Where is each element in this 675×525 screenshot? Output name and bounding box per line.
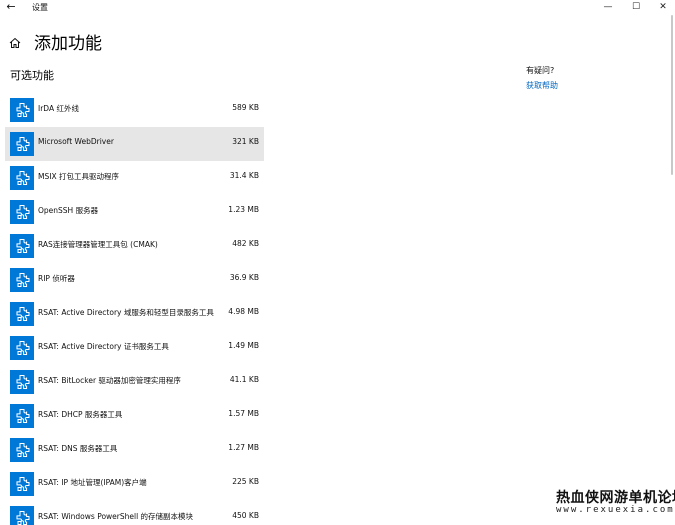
feature-size: 1.23 MB (228, 205, 259, 214)
feature-name: Microsoft WebDriver (38, 137, 114, 146)
puzzle-piece-icon (10, 98, 34, 122)
home-icon[interactable] (9, 34, 21, 48)
title-bar: ← 设置 — ☐ ✕ (0, 0, 675, 15)
feature-size: 450 KB (232, 511, 259, 520)
section-title: 可选功能 (10, 69, 54, 82)
feature-list: IrDA 红外线 589 KB Microsoft WebDriver 321 KB M… (5, 93, 264, 525)
feature-name: MSIX 打包工具驱动程序 (38, 172, 119, 181)
feature-name: IrDA 红外线 (38, 104, 79, 113)
get-help-link[interactable]: 获取帮助 (526, 80, 558, 91)
feature-list-item[interactable]: RSAT: BitLocker 驱动器加密管理实用程序 41.1 KB (5, 365, 264, 399)
feature-size: 225 KB (232, 477, 259, 486)
maximize-button[interactable]: ☐ (622, 0, 650, 15)
feature-name: RSAT: IP 地址管理(IPAM)客户端 (38, 478, 147, 487)
feature-size: 1.49 MB (228, 341, 259, 350)
puzzle-piece-icon (10, 166, 34, 190)
feature-name: OpenSSH 服务器 (38, 206, 99, 215)
feature-size: 321 KB (232, 137, 259, 146)
watermark-text: 热血侠网游单机论坛 (556, 490, 675, 506)
feature-size: 1.57 MB (228, 409, 259, 418)
feature-list-item[interactable]: RSAT: Active Directory 证书服务工具 1.49 MB (5, 331, 264, 365)
feature-list-item[interactable]: Microsoft WebDriver 321 KB (5, 127, 264, 161)
feature-size: 4.98 MB (228, 307, 259, 316)
puzzle-piece-icon (10, 302, 34, 326)
feature-size: 36.9 KB (229, 273, 259, 282)
feature-list-item[interactable]: RSAT: IP 地址管理(IPAM)客户端 225 KB (5, 467, 264, 501)
minimize-button[interactable]: — (594, 0, 622, 15)
feature-size: 31.4 KB (229, 171, 259, 180)
puzzle-piece-icon (10, 268, 34, 292)
feature-name: RSAT: Active Directory 域服务和轻型目录服务工具 (38, 308, 214, 317)
feature-list-item[interactable]: RSAT: DNS 服务器工具 1.27 MB (5, 433, 264, 467)
feature-list-item[interactable]: RAS连接管理器管理工具包 (CMAK) 482 KB (5, 229, 264, 263)
page-title: 添加功能 (34, 34, 102, 54)
feature-size: 41.1 KB (229, 375, 259, 384)
feature-list-item[interactable]: RSAT: DHCP 服务器工具 1.57 MB (5, 399, 264, 433)
close-button[interactable]: ✕ (649, 0, 675, 15)
feature-name: RSAT: DHCP 服务器工具 (38, 410, 123, 419)
feature-list-item[interactable]: OpenSSH 服务器 1.23 MB (5, 195, 264, 229)
puzzle-piece-icon (10, 132, 34, 156)
feature-name: RSAT: Windows PowerShell 的存储副本模块 (38, 512, 194, 521)
puzzle-piece-icon (10, 472, 34, 496)
feature-name: RSAT: DNS 服务器工具 (38, 444, 118, 453)
feature-name: RSAT: Active Directory 证书服务工具 (38, 342, 169, 351)
feature-list-item[interactable]: RSAT: Windows PowerShell 的存储副本模块 450 KB (5, 501, 264, 525)
feature-name: RAS连接管理器管理工具包 (CMAK) (38, 240, 158, 249)
feature-list-item[interactable]: MSIX 打包工具驱动程序 31.4 KB (5, 161, 264, 195)
puzzle-piece-icon (10, 200, 34, 224)
scrollbar[interactable] (671, 15, 673, 175)
window-title: 设置 (32, 3, 48, 12)
feature-size: 589 KB (232, 103, 259, 112)
feature-name: RSAT: BitLocker 驱动器加密管理实用程序 (38, 376, 181, 385)
puzzle-piece-icon (10, 506, 34, 525)
puzzle-piece-icon (10, 438, 34, 462)
feature-size: 482 KB (232, 239, 259, 248)
feature-size: 1.27 MB (228, 443, 259, 452)
feature-list-item[interactable]: RSAT: Active Directory 域服务和轻型目录服务工具 4.98 … (5, 297, 264, 331)
feature-list-item[interactable]: IrDA 红外线 589 KB (5, 93, 264, 127)
puzzle-piece-icon (10, 336, 34, 360)
puzzle-piece-icon (10, 404, 34, 428)
watermark-url: www.rexuexia.com (556, 505, 675, 515)
puzzle-piece-icon (10, 234, 34, 258)
feature-list-item[interactable]: RIP 侦听器 36.9 KB (5, 263, 264, 297)
back-button[interactable]: ← (4, 1, 18, 13)
help-question: 有疑问? (526, 66, 555, 75)
feature-name: RIP 侦听器 (38, 274, 75, 283)
puzzle-piece-icon (10, 370, 34, 394)
